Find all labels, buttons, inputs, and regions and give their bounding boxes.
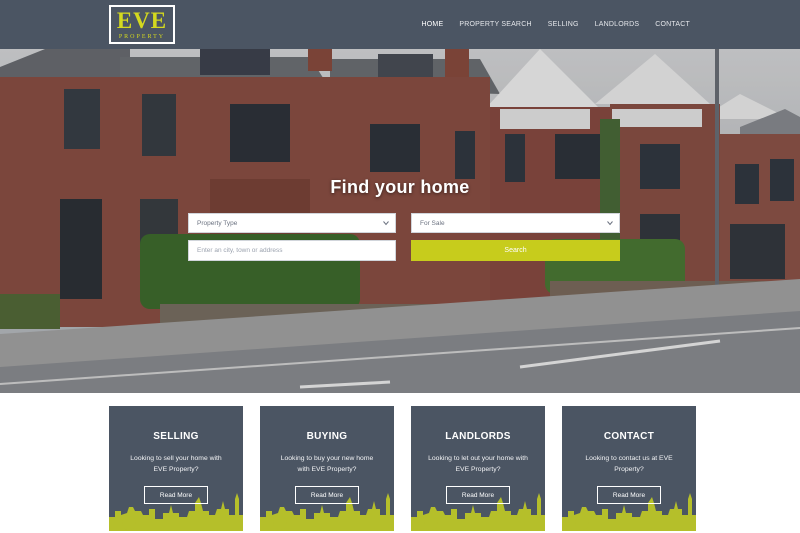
buying-card: BUYING Looking to buy your new home with…	[260, 406, 394, 531]
read-more-button[interactable]: Read More	[597, 486, 661, 504]
read-more-button[interactable]: Read More	[295, 486, 359, 504]
card-description: Looking to let out your home with EVE Pr…	[428, 455, 528, 473]
nav-home[interactable]: HOME	[422, 21, 444, 28]
card-title: SELLING	[153, 431, 199, 442]
card-title: BUYING	[306, 431, 348, 442]
card-title: LANDLORDS	[445, 431, 511, 442]
main-nav: HOME PROPERTY SEARCH SELLING LANDLORDS C…	[422, 0, 690, 49]
contact-card: CONTACT Looking to contact us at EVE Pro…	[562, 406, 696, 531]
hero-title: Find your home	[330, 177, 470, 197]
sale-type-select[interactable]: For Sale	[411, 213, 620, 233]
nav-selling[interactable]: SELLING	[548, 21, 579, 28]
chevron-down-icon	[383, 221, 389, 226]
nav-contact[interactable]: CONTACT	[655, 21, 690, 28]
location-search-input[interactable]: Enter an city, town or address	[188, 240, 396, 261]
hero-banner: Find your home Property Type For Sale En…	[0, 49, 800, 393]
nav-property-search[interactable]: PROPERTY SEARCH	[459, 21, 531, 28]
card-description: Looking to contact us at EVE Property?	[585, 455, 673, 473]
property-type-value: Property Type	[197, 219, 238, 227]
chevron-down-icon	[607, 221, 613, 226]
card-description: Looking to buy your new home with EVE Pr…	[280, 455, 374, 473]
site-header: EVE PROPERTY HOME PROPERTY SEARCH SELLIN…	[0, 0, 800, 49]
location-placeholder: Enter an city, town or address	[197, 247, 283, 254]
selling-card: SELLING Looking to sell your home with E…	[109, 406, 243, 531]
nav-landlords[interactable]: LANDLORDS	[595, 21, 640, 28]
card-description: Looking to sell your home with EVE Prope…	[130, 455, 222, 473]
landlords-card: LANDLORDS Looking to let out your home w…	[411, 406, 545, 531]
hero-background-image	[0, 49, 800, 393]
card-title: CONTACT	[603, 431, 655, 442]
sale-type-value: For Sale	[420, 219, 445, 227]
logo-text: EVE	[116, 8, 168, 33]
logo-subtext: PROPERTY	[118, 34, 166, 40]
read-more-button[interactable]: Read More	[144, 486, 208, 504]
read-more-button[interactable]: Read More	[446, 486, 510, 504]
property-type-select[interactable]: Property Type	[188, 213, 396, 233]
eve-property-logo[interactable]: EVE PROPERTY	[109, 5, 175, 44]
search-button[interactable]: Search	[411, 240, 620, 261]
